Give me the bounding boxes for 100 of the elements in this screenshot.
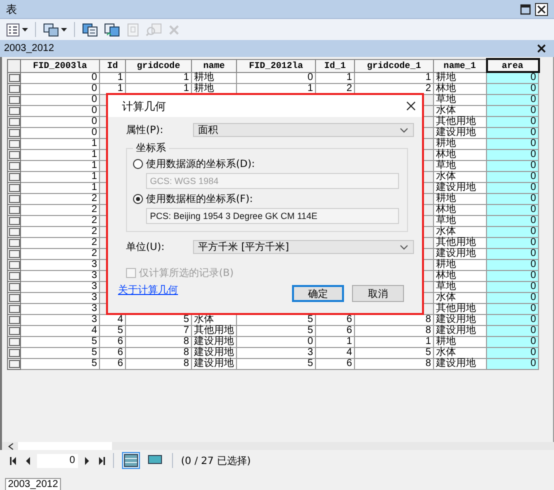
table-cell: 林地 — [434, 270, 486, 282]
radio-button[interactable] — [133, 159, 143, 169]
row-selector[interactable] — [8, 151, 20, 159]
row-selector[interactable] — [8, 173, 20, 181]
column-header[interactable]: gridcode — [126, 59, 192, 72]
table-tab[interactable]: 2003_2012 — [4, 43, 54, 54]
table-cell: 耕地 — [434, 194, 486, 204]
table-cell: 水体 — [434, 226, 486, 238]
table-cell: 1 — [20, 172, 100, 182]
last-record-icon[interactable] — [96, 456, 105, 464]
row-selector[interactable] — [8, 206, 20, 214]
row-selector[interactable] — [8, 294, 20, 302]
row-selector[interactable] — [8, 283, 20, 291]
list-icon — [6, 22, 20, 36]
table-options-button[interactable] — [5, 22, 29, 38]
radio-option[interactable]: 使用数据源的坐标系(D): — [133, 157, 403, 171]
column-header[interactable]: name — [192, 59, 236, 72]
property-dropdown[interactable]: 面积 — [193, 123, 414, 137]
row-selector[interactable] — [8, 305, 20, 313]
row-selector[interactable] — [8, 239, 20, 247]
row-selector[interactable] — [8, 74, 20, 82]
row-selector[interactable] — [8, 360, 20, 368]
column-header[interactable]: name_1 — [434, 59, 486, 72]
close-icon[interactable] — [537, 44, 546, 53]
ok-button[interactable]: 确定 — [292, 285, 344, 302]
table-cell: 0 — [20, 106, 100, 116]
table-cell: 林地 — [434, 84, 486, 94]
first-record-icon[interactable] — [10, 456, 19, 464]
cancel-button[interactable]: 取消 — [352, 285, 404, 302]
table-cell: 2 — [20, 238, 100, 248]
row-selector[interactable] — [8, 184, 20, 192]
row-selector[interactable] — [8, 349, 20, 357]
table-cell: 建设用地 — [192, 336, 236, 348]
table-cell: 建设用地 — [434, 128, 486, 138]
row-selector[interactable] — [8, 129, 20, 137]
units-dropdown[interactable]: 平方千米 [平方千米] — [193, 240, 414, 254]
zoom-icon — [146, 22, 162, 36]
table-cell: 耕地 — [192, 72, 236, 84]
row-selector[interactable] — [8, 261, 20, 269]
table-cell: 建设用地 — [434, 248, 486, 260]
table-cell: 其他用地 — [192, 326, 236, 336]
column-header[interactable]: FID_2003la — [20, 59, 100, 72]
help-link[interactable]: 关于计算几何 — [118, 283, 178, 297]
close-icon[interactable] — [535, 2, 548, 16]
related-tables-button[interactable] — [42, 22, 68, 38]
row-selector[interactable] — [8, 96, 20, 104]
column-header[interactable]: Id — [100, 59, 126, 72]
row-selector[interactable] — [8, 338, 20, 346]
close-icon[interactable] — [406, 101, 416, 111]
table-cell: 0 — [20, 128, 100, 138]
dropdown-arrow-icon — [22, 28, 28, 32]
table-select-icon — [82, 22, 98, 36]
column-header[interactable]: Id_1 — [316, 59, 354, 72]
table-cell: 0 — [20, 84, 100, 94]
column-header[interactable]: FID_2012la — [236, 59, 316, 72]
row-selector[interactable] — [8, 118, 20, 126]
row-selector[interactable] — [8, 85, 20, 93]
row-selector[interactable] — [8, 195, 20, 203]
radio-button[interactable] — [133, 194, 143, 204]
row-selector[interactable] — [8, 107, 20, 115]
table-cell: 水体 — [434, 106, 486, 116]
row-selector[interactable] — [8, 327, 20, 335]
scroll-left-icon[interactable] — [8, 442, 14, 450]
table-cell: 建设用地 — [192, 358, 236, 370]
row-selector[interactable] — [8, 250, 20, 258]
restore-icon[interactable] — [520, 4, 531, 14]
next-record-icon[interactable] — [84, 456, 90, 464]
table-cell: 耕地 — [434, 260, 486, 270]
table-cell: 3 — [20, 292, 100, 304]
row-selector[interactable] — [8, 162, 20, 170]
previous-record-icon[interactable] — [25, 456, 31, 464]
table-cell: 其他用地 — [434, 238, 486, 248]
table-cell: 8 — [126, 348, 192, 358]
table-cell: 5 — [236, 314, 316, 326]
table-cell: 5 — [126, 314, 192, 326]
clear-icon — [126, 22, 140, 36]
column-header[interactable]: area — [486, 59, 538, 72]
row-selector[interactable] — [8, 217, 20, 225]
radio-option[interactable]: 使用数据框的坐标系(F): — [133, 192, 403, 206]
record-field[interactable]: 0 — [37, 454, 78, 468]
table-cell: 建设用地 — [434, 358, 486, 370]
horizontal-scrollbar[interactable] — [0, 442, 554, 450]
table-cell: 3 — [236, 348, 316, 358]
table-cell: 5 — [236, 326, 316, 336]
table-cell: 1 — [126, 72, 192, 84]
table-cell: 草地 — [434, 282, 486, 292]
table-cell: 0 — [236, 336, 316, 348]
row-selector[interactable] — [8, 272, 20, 280]
table-cell: 8 — [126, 358, 192, 370]
switch-selection-button[interactable] — [103, 22, 121, 38]
show-all-records-button[interactable] — [122, 452, 140, 469]
dialog-title: 计算几何 — [122, 98, 166, 114]
column-header[interactable]: gridcode_1 — [354, 59, 434, 72]
row-selector[interactable] — [8, 228, 20, 236]
table-cell: 1 — [20, 138, 100, 150]
select-by-attributes-button[interactable] — [81, 22, 99, 38]
row-selector[interactable] — [8, 140, 20, 148]
row-selector[interactable] — [8, 316, 20, 324]
table-tab[interactable]: 2003_2012 — [5, 478, 62, 490]
table-cell: 水体 — [434, 292, 486, 304]
